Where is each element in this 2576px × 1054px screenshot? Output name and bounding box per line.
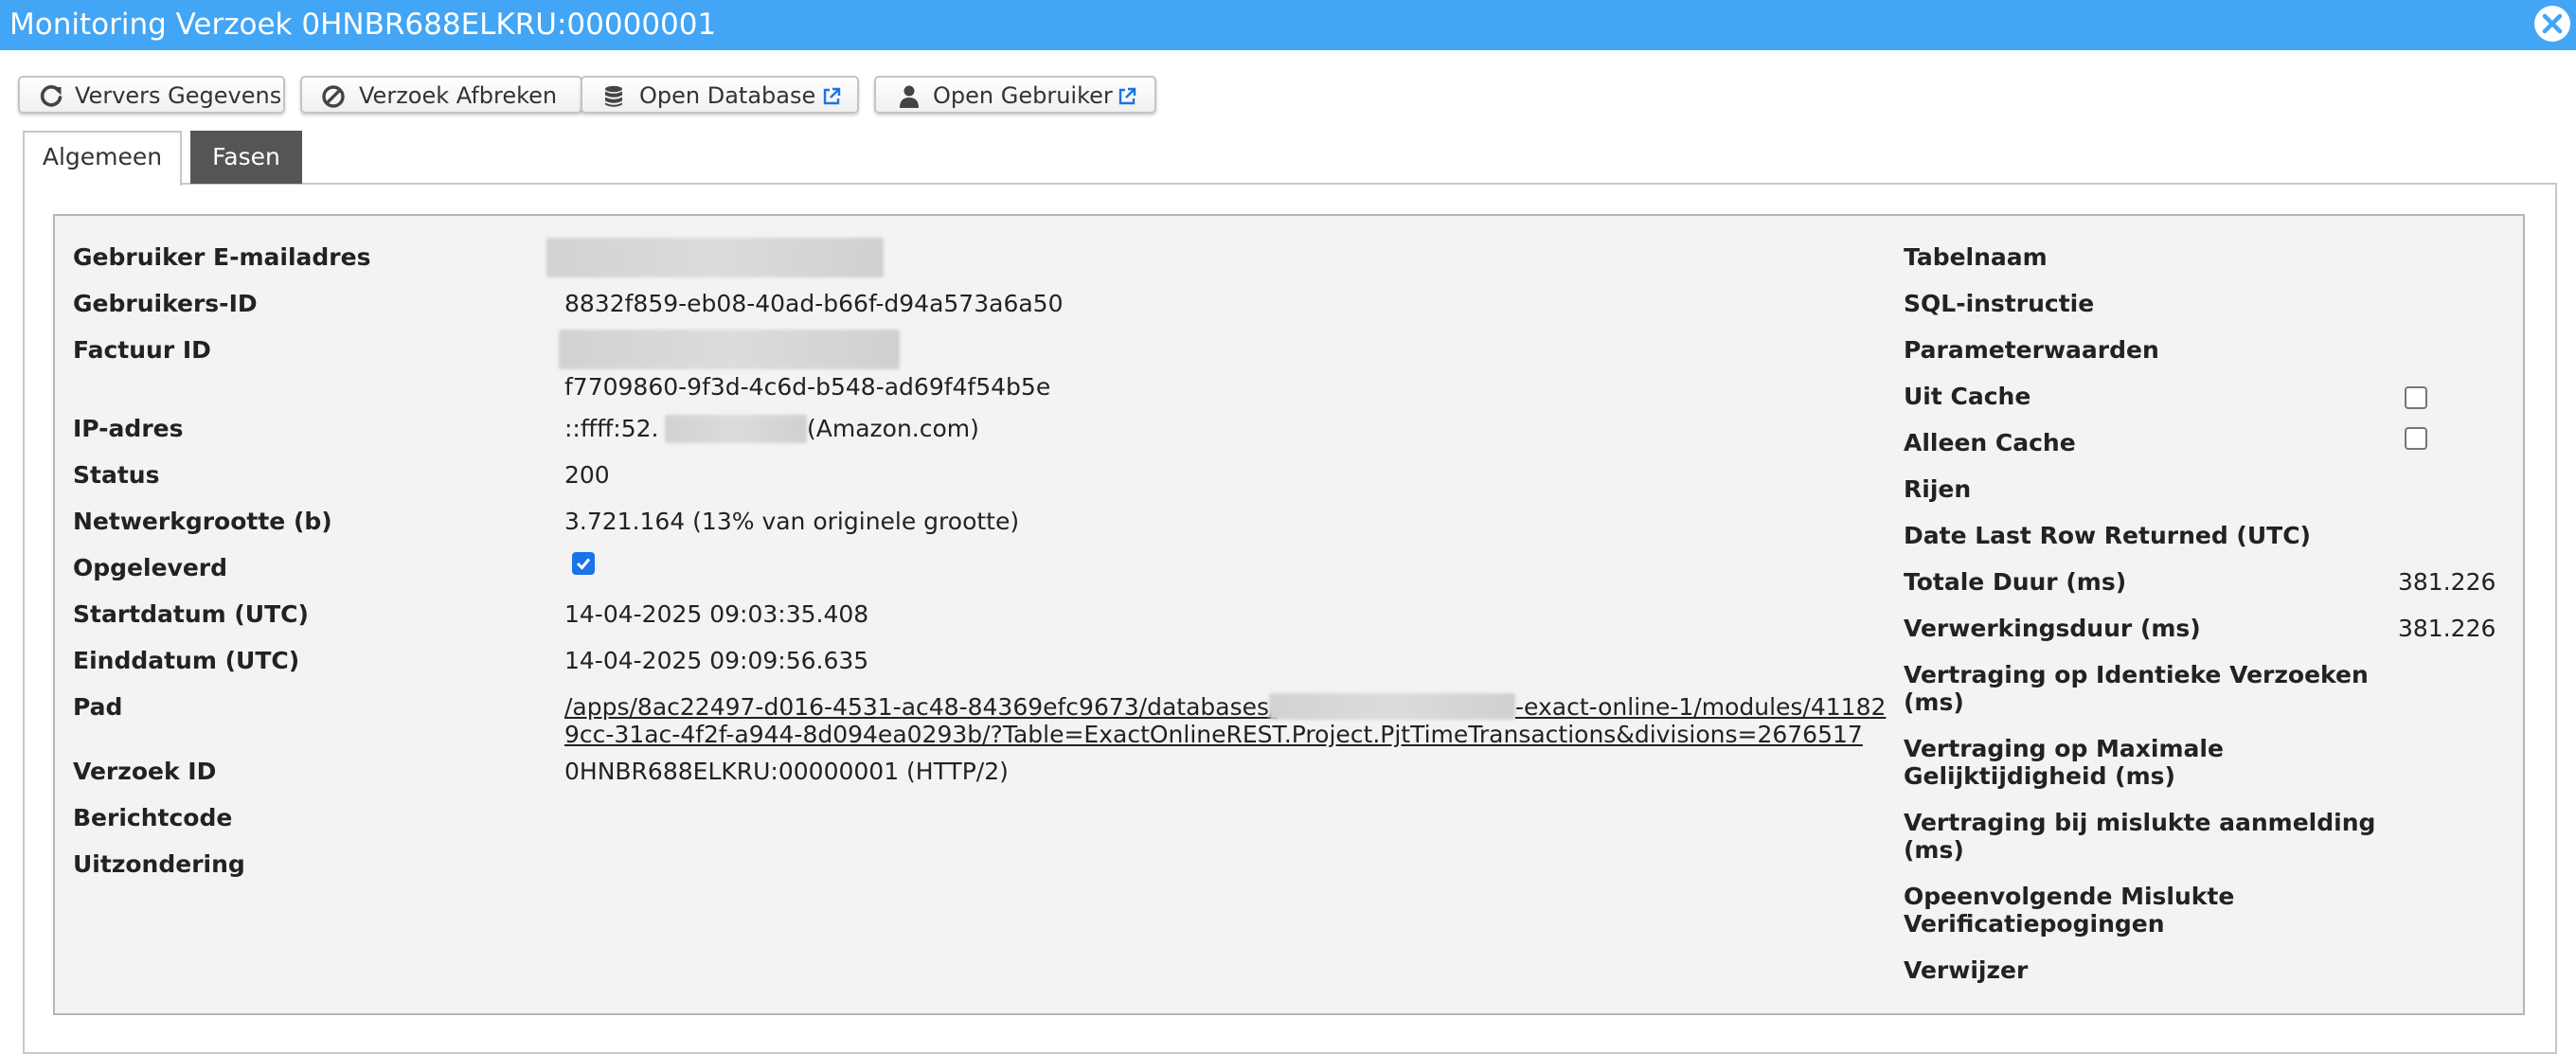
window-title: Monitoring Verzoek 0HNBR688ELKRU:0000000… bbox=[9, 8, 717, 42]
from-cache-checkbox[interactable] bbox=[2405, 386, 2427, 409]
invoice-id-label: Factuur ID bbox=[73, 336, 211, 364]
status-value: 200 bbox=[564, 461, 610, 489]
start-date-label: Startdatum (UTC) bbox=[73, 600, 309, 628]
status-label: Status bbox=[73, 461, 160, 489]
total-duration-value: 381.226 bbox=[2398, 568, 2496, 596]
close-icon bbox=[2542, 13, 2563, 34]
only-cache-label: Alleen Cache bbox=[1904, 429, 2076, 456]
path-link-part-1[interactable]: /apps/8ac22497-d016-4531-ac48-84369efc96… bbox=[564, 693, 1277, 722]
failed-attempts-label-line-2: Verificatiepogingen bbox=[1904, 910, 2165, 938]
close-button[interactable] bbox=[2534, 6, 2570, 42]
message-code-label: Berichtcode bbox=[73, 804, 233, 831]
open-user-button-label: Open Gebruiker bbox=[933, 82, 1113, 109]
user-email-label: Gebruiker E-mailadres bbox=[73, 243, 371, 271]
delay-concurrency-label: Vertraging op Maximale bbox=[1904, 735, 2224, 762]
referrer-label: Verwijzer bbox=[1904, 956, 2029, 984]
ban-icon bbox=[322, 85, 345, 108]
total-duration-label: Totale Duur (ms) bbox=[1904, 568, 2127, 596]
failed-attempts-label: Opeenvolgende Mislukte bbox=[1904, 883, 2235, 910]
delivered-label: Opgeleverd bbox=[73, 554, 228, 581]
tab-phases[interactable]: Fasen bbox=[190, 131, 302, 184]
network-size-label: Netwerkgrootte (b) bbox=[73, 508, 332, 535]
refresh-button[interactable]: Ververs Gegevens bbox=[18, 76, 285, 114]
external-link-icon bbox=[1118, 87, 1136, 105]
start-date-value: 14-04-2025 09:03:35.408 bbox=[564, 600, 869, 628]
abort-request-button-label: Verzoek Afbreken bbox=[359, 82, 558, 109]
redacted-invoice bbox=[559, 330, 900, 369]
redacted-path bbox=[1269, 693, 1515, 720]
path-label: Pad bbox=[73, 693, 123, 721]
delay-failed-login-label: Vertraging bij mislukte aanmelding bbox=[1904, 809, 2376, 836]
window-titlebar: Monitoring Verzoek 0HNBR688ELKRU:0000000… bbox=[0, 0, 2576, 50]
end-date-label: Einddatum (UTC) bbox=[73, 647, 300, 674]
delay-failed-login-label-line-2: (ms) bbox=[1904, 836, 1964, 864]
user-id-value: 8832f859-eb08-40ad-b66f-d94a573a6a50 bbox=[564, 290, 1064, 317]
refresh-button-label: Ververs Gegevens bbox=[75, 82, 282, 109]
request-id-value: 0HNBR688ELKRU:00000001 (HTTP/2) bbox=[564, 758, 1009, 785]
network-size-value: 3.721.164 (13% van originele grootte) bbox=[564, 508, 1020, 535]
from-cache-label: Uit Cache bbox=[1904, 383, 2031, 410]
open-user-button[interactable]: Open Gebruiker bbox=[874, 76, 1156, 114]
only-cache-checkbox[interactable] bbox=[2405, 427, 2427, 450]
redacted-ip bbox=[665, 415, 807, 443]
ip-address-suffix: (Amazon.com) bbox=[807, 415, 979, 442]
external-link-icon bbox=[823, 87, 841, 105]
delivered-checkbox[interactable] bbox=[572, 552, 595, 575]
ip-address-label: IP-adres bbox=[73, 415, 184, 442]
database-icon bbox=[605, 85, 622, 107]
parameter-values-label: Parameterwaarden bbox=[1904, 336, 2159, 364]
exception-label: Uitzondering bbox=[73, 850, 245, 878]
open-database-button-label: Open Database bbox=[639, 82, 816, 109]
processing-duration-label: Verwerkingsduur (ms) bbox=[1904, 615, 2201, 642]
request-id-label: Verzoek ID bbox=[73, 758, 217, 785]
processing-duration-value: 381.226 bbox=[2398, 615, 2496, 642]
delay-identical-label-line-2: (ms) bbox=[1904, 688, 1964, 716]
ip-address-prefix: ::ffff:52. bbox=[564, 415, 659, 442]
invoice-id-value: f7709860-9f3d-4c6d-b548-ad69f4f54b5e bbox=[564, 373, 1051, 401]
tab-general[interactable]: Algemeen bbox=[23, 131, 182, 186]
user-id-label: Gebruikers-ID bbox=[73, 290, 258, 317]
rows-label: Rijen bbox=[1904, 475, 1972, 503]
last-row-date-label: Date Last Row Returned (UTC) bbox=[1904, 522, 2311, 549]
user-icon bbox=[900, 85, 919, 108]
table-name-label: Tabelnaam bbox=[1904, 243, 2048, 271]
refresh-icon bbox=[40, 85, 63, 107]
checkmark-icon bbox=[576, 558, 591, 570]
delay-concurrency-label-line-2: Gelijktijdigheid (ms) bbox=[1904, 762, 2175, 790]
path-link-part-2[interactable]: -exact-online-1/modules/41182 bbox=[1515, 693, 1886, 722]
abort-request-button[interactable]: Verzoek Afbreken bbox=[300, 76, 582, 114]
open-database-button[interactable]: Open Database bbox=[581, 76, 859, 114]
end-date-value: 14-04-2025 09:09:56.635 bbox=[564, 647, 869, 674]
path-link-line-2[interactable]: 9cc-31ac-4f2f-a944-8d094ea0293b/?Table=E… bbox=[564, 721, 1863, 749]
redacted-email bbox=[546, 238, 884, 277]
sql-statement-label: SQL-instructie bbox=[1904, 290, 2095, 317]
delay-identical-label: Vertraging op Identieke Verzoeken bbox=[1904, 661, 2369, 688]
